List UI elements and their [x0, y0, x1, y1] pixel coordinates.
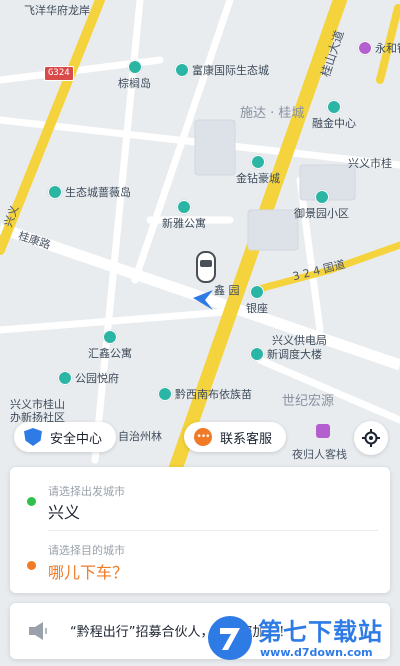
poi-pin-icon — [250, 285, 264, 299]
shield-icon — [24, 428, 42, 446]
destination-value: 哪儿下车？ — [48, 563, 129, 582]
poi-pin-icon — [127, 60, 142, 74]
place-xingyishi[interactable]: 兴义市桂 — [348, 155, 392, 171]
poi-pin-icon — [175, 63, 189, 77]
booking-card: 请选择出发城市 兴义 请选择目的城市 哪儿下车？ — [10, 467, 390, 593]
poi-pin-icon — [58, 371, 72, 385]
poi-pin-icon — [314, 190, 329, 204]
hotel-icon — [316, 424, 330, 438]
place-qianxinan[interactable]: 黔西南布依族苗 — [158, 386, 252, 402]
watermark-logo-icon — [208, 616, 252, 660]
place-gongyuan[interactable]: 公园悦府 — [58, 370, 119, 386]
speaker-icon — [29, 622, 47, 640]
origin-dot-icon — [27, 497, 36, 506]
place-xinya[interactable]: 新雅公寓 — [162, 200, 206, 231]
destination-dot-icon — [27, 561, 36, 570]
place-zizhi[interactable]: 自治州林 — [118, 428, 162, 444]
poi-pin-icon — [48, 185, 62, 199]
poi-pin-icon — [103, 330, 117, 344]
place-shida: 施达 · 桂城 — [240, 106, 305, 121]
place-xintiao[interactable]: 新调度大楼 — [250, 346, 322, 362]
place-shengtai[interactable]: 生态城蔷薇岛 — [48, 184, 131, 200]
watermark-title: 第七下载站 — [258, 618, 383, 646]
place-rongjin[interactable]: 融金中心 — [312, 100, 356, 131]
chat-icon: ••• — [194, 428, 212, 446]
locate-button[interactable] — [354, 421, 388, 455]
place-yinzuo[interactable]: 银座 — [246, 285, 268, 316]
poi-pin-icon — [177, 200, 191, 214]
poi-pin-icon — [158, 387, 172, 401]
highway-shield: G324 — [44, 66, 74, 81]
safety-center-label: 安全中心 — [50, 431, 103, 447]
place-feiyang[interactable]: 飞洋华府龙岸 — [24, 2, 90, 18]
place-yongheyin[interactable]: 永和银 — [358, 40, 400, 56]
customer-service-button[interactable]: ••• 联系客服 — [184, 422, 287, 452]
place-feiyang-label: 飞洋华府龙岸 — [24, 4, 90, 17]
destination-hint: 请选择目的城市 — [48, 544, 125, 557]
destination-city-row[interactable]: 请选择目的城市 哪儿下车？ — [10, 531, 390, 593]
poi-pin-icon — [358, 41, 372, 55]
customer-service-label: 联系客服 — [220, 431, 273, 447]
crosshair-icon — [362, 429, 380, 447]
watermark-url: www.d7down.com — [260, 646, 373, 659]
poi-pin-icon — [327, 100, 341, 114]
poi-pin-icon — [250, 347, 264, 361]
origin-city-row[interactable]: 请选择出发城市 兴义 — [10, 467, 390, 529]
origin-hint: 请选择出发城市 — [48, 485, 125, 498]
place-yeguiren-label: 夜归人客栈 — [292, 448, 347, 461]
place-yujing[interactable]: 御景园小区 — [294, 190, 349, 221]
place-xin-yuan[interactable]: 鑫 园 — [214, 282, 240, 298]
origin-value: 兴义 — [48, 503, 81, 522]
place-jinzuan[interactable]: 金钻豪城 — [236, 155, 280, 186]
poi-pin-icon — [251, 155, 265, 169]
place-yeguiren[interactable] — [316, 424, 330, 438]
place-huixin[interactable]: 汇鑫公寓 — [88, 330, 132, 361]
place-shiji: 世纪宏源 — [282, 394, 335, 409]
safety-center-button[interactable]: 安全中心 — [14, 422, 117, 452]
place-fukang[interactable]: 富康国际生态城 — [175, 62, 269, 78]
place-zongliao[interactable]: 棕榈岛 — [118, 60, 151, 91]
site-watermark: 第七下载站 www.d7down.com — [200, 606, 400, 666]
